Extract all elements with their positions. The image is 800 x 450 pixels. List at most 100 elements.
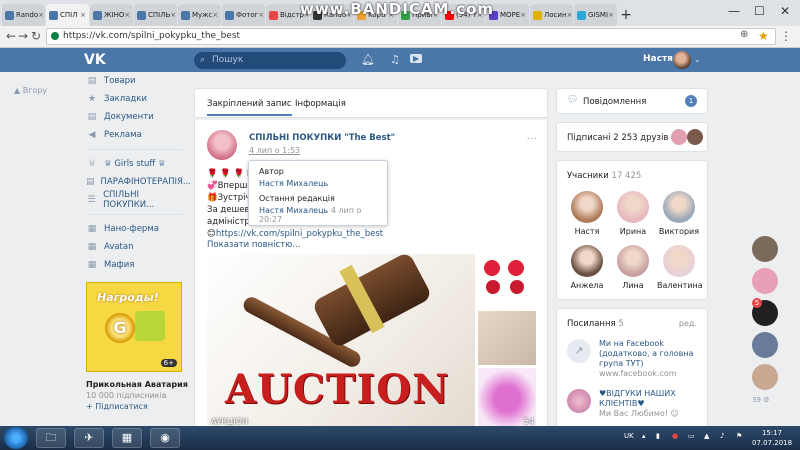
tab-close-icon[interactable]: × [520, 11, 526, 19]
browser-tab[interactable]: Мужс × [178, 4, 221, 26]
tab-close-icon[interactable]: × [80, 11, 86, 19]
group-avatar[interactable] [207, 130, 237, 160]
post-link[interactable]: https://vk.com/spilni_pokypku_the_best [216, 229, 383, 239]
sidebar-item[interactable]: ▤ ПАРАФІНОТЕРАПІЯ... [86, 173, 191, 191]
product-thumbnail[interactable] [478, 311, 536, 365]
auction-image-text: AUCTION [225, 366, 450, 413]
airplane-app-icon[interactable]: ✈ [74, 428, 104, 448]
members-title-row[interactable]: Учасники 17 425 [567, 171, 641, 181]
chat-avatar[interactable] [752, 364, 778, 390]
member-item[interactable]: Лина [611, 245, 655, 290]
chat-avatar[interactable] [752, 268, 778, 294]
member-item[interactable]: Валентина [657, 245, 703, 290]
sidebar-item[interactable]: ▦ Avatan [86, 238, 186, 256]
member-item[interactable]: Ирина [611, 191, 655, 236]
tray-signal-icon[interactable]: ▲ [704, 432, 709, 440]
sidebar-item[interactable]: ▤ Товари [86, 72, 186, 90]
tray-network-icon[interactable]: ▮ [656, 432, 660, 440]
browser-tab[interactable]: GISMI × [574, 4, 617, 26]
tab-favicon-icon [533, 10, 542, 20]
sidebar-item[interactable]: ▦ Мафия [86, 256, 186, 274]
chevron-down-icon[interactable]: ⌄ [694, 55, 701, 64]
calculator-icon[interactable]: ▦ [112, 428, 142, 448]
chat-avatar[interactable] [752, 332, 778, 358]
link-item[interactable]: Ми на Facebook (додатково, а головна гру… [599, 339, 703, 378]
browser-tab[interactable]: СПІЛ × [46, 4, 89, 26]
sidebar-item[interactable]: ▤ Документи [86, 108, 186, 126]
scroll-up-link[interactable]: ▲ Вгору [14, 86, 47, 95]
browser-menu-icon[interactable]: ⋮ [780, 29, 792, 43]
tab-close-icon[interactable]: × [258, 11, 264, 19]
chrome-icon[interactable]: ◉ [150, 428, 180, 448]
friends-card[interactable]: Підписані 2 253 друзів [556, 122, 708, 152]
browser-tab[interactable]: Фотог × [222, 4, 265, 26]
sidebar-item[interactable]: ▦ Нано-ферма [86, 220, 186, 238]
bookmark-star-icon[interactable]: ★ [758, 29, 769, 43]
music-icon[interactable]: ♫ [390, 53, 400, 66]
tab-pinned-post[interactable]: Закріплений запис [207, 99, 292, 116]
explorer-icon[interactable]: 🗀 [36, 428, 66, 448]
link-item[interactable]: ♥ВІДГУКИ НАШИХ КЛІЄНТІВ♥ Ми Вас Любимо! … [599, 389, 703, 418]
sidebar-item[interactable]: ☰ СПІЛЬНІ ПОКУПКИ... [86, 190, 186, 210]
tray-display-icon[interactable]: ▭ [688, 432, 695, 440]
forward-icon[interactable]: → [18, 29, 28, 43]
new-tab-button[interactable]: + [618, 4, 634, 26]
tray-volume-icon[interactable]: ♪ [720, 432, 724, 440]
start-button[interactable] [4, 427, 28, 449]
header-user-name[interactable]: Настя [643, 54, 673, 64]
browser-tab[interactable]: Rando × [2, 4, 45, 26]
post-menu-icon[interactable]: ··· [527, 132, 538, 145]
tab-close-icon[interactable]: × [124, 11, 130, 19]
tray-flag-icon[interactable]: ⚑ [736, 432, 742, 440]
reload-icon[interactable]: ↻ [31, 29, 41, 43]
sidebar-item[interactable]: ★ Закладки [86, 90, 186, 108]
links-edit-link[interactable]: ред. [679, 319, 697, 328]
member-item[interactable]: Настя [565, 191, 609, 236]
post-date[interactable]: 4 лип о 1:53 [249, 146, 300, 155]
back-icon[interactable]: ← [6, 29, 16, 43]
member-item[interactable]: Анжела [565, 245, 609, 290]
ad-follow-button[interactable]: + Підписатися [86, 402, 148, 411]
maximize-button[interactable]: ☐ [754, 4, 765, 18]
tab-info[interactable]: Інформація [295, 99, 346, 109]
earrings-thumbnail[interactable] [478, 254, 536, 308]
show-more-link[interactable]: Показати повністю... [207, 240, 300, 250]
sidebar-item[interactable]: ♕ ♕ Girls stuff ♕ [86, 155, 186, 173]
browser-tab[interactable]: Лосин × [530, 4, 573, 26]
post-author[interactable]: СПІЛЬНІ ПОКУПКИ "The Best" [249, 133, 395, 143]
keyboard-language[interactable]: UK [624, 432, 634, 440]
close-window-button[interactable]: ✕ [780, 4, 790, 18]
tooltip-edit-name[interactable]: Настя Михалець [259, 206, 328, 215]
chat-avatar[interactable] [752, 236, 778, 262]
settings-dot-icon[interactable]: ⊕ [740, 29, 748, 40]
sidebar-item-icon: ▤ [87, 76, 97, 86]
vk-logo[interactable]: VK [84, 52, 106, 68]
chat-more-count[interactable]: 39 ⚙ [752, 396, 784, 404]
url-input[interactable]: https://vk.com/spilni_pokypku_the_best [46, 28, 776, 45]
tray-arrow-icon[interactable]: ▴ [642, 432, 646, 440]
tab-close-icon[interactable]: × [38, 11, 44, 19]
chat-avatar[interactable]: 5 [752, 298, 778, 326]
browser-tab[interactable]: ЖІНО × [90, 4, 133, 26]
browser-tab[interactable]: СПІЛЬ × [134, 4, 177, 26]
messages-card[interactable]: 💬︎ Повідомлення 1 [556, 88, 708, 114]
tab-close-icon[interactable]: × [567, 11, 573, 19]
search-input[interactable]: ⌕ Пошук [194, 52, 346, 69]
header-avatar[interactable] [673, 51, 691, 69]
tab-close-icon[interactable]: × [212, 11, 218, 19]
sidebar-item-label: СПІЛЬНІ ПОКУПКИ... [103, 190, 155, 210]
bell-icon[interactable]: 🔔︎ [361, 53, 375, 66]
tooltip-author-name[interactable]: Настя Михалець [259, 179, 377, 188]
tab-close-icon[interactable]: × [170, 11, 176, 19]
member-item[interactable]: Виктория [657, 191, 701, 236]
tab-close-icon[interactable]: × [608, 11, 614, 19]
sidebar-item[interactable]: ◀ Реклама [86, 126, 186, 144]
post-image-auction[interactable]: AUCTION АУКЦІОН [207, 254, 475, 429]
minimize-button[interactable]: — [728, 4, 740, 18]
necklace-thumbnail[interactable]: 54 [478, 368, 536, 429]
ad-banner[interactable]: Нагроды! G 6+ [86, 282, 182, 372]
video-play-icon[interactable]: ▶ [410, 54, 423, 63]
tray-record-icon[interactable]: ● [672, 432, 678, 440]
ad-name[interactable]: Прикольная Аватария [86, 380, 188, 389]
system-clock[interactable]: 15:17 07.07.2018 [752, 428, 792, 448]
